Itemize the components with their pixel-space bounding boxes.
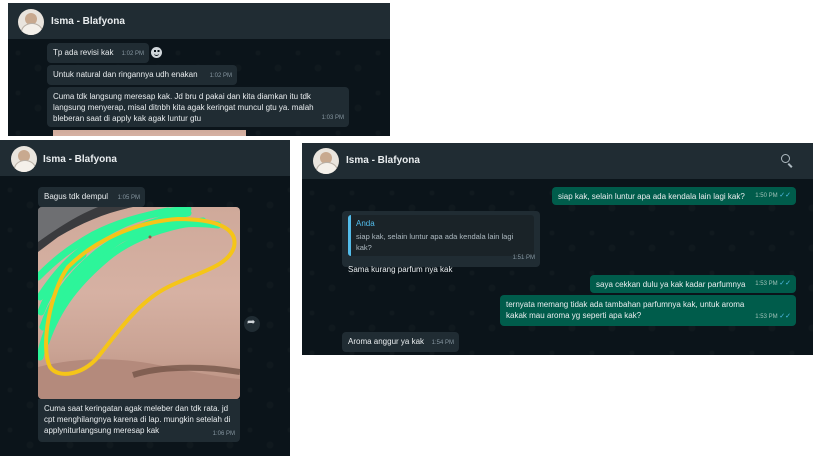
message-bubble-outgoing[interactable]: saya cekkan dulu ya kak kadar parfumnya … <box>590 275 796 293</box>
time-label: 1:53 PM <box>755 281 778 287</box>
contact-avatar[interactable] <box>313 148 339 174</box>
message-time: 1:54 PM <box>431 340 454 346</box>
message-text: Untuk natural dan ringannya udh enakan <box>53 70 198 79</box>
message-text: Aroma anggur ya kak <box>348 337 425 346</box>
message-bubble-reply[interactable]: Anda siap kak, selain luntur apa ada ken… <box>342 211 540 274</box>
chat-header[interactable]: Isma - Blafyona <box>302 143 813 179</box>
message-bubble-outgoing[interactable]: ternyata memang tidak ada tambahan parfu… <box>500 295 796 326</box>
chat-header[interactable]: Isma - Blafyona <box>8 3 390 39</box>
search-icon-lens <box>781 154 790 163</box>
chat-panel-right: Isma - Blafyona siap kak, selain luntur … <box>302 143 813 355</box>
message-caption[interactable]: Cuma saat keringatan agak meleber dan td… <box>38 399 240 442</box>
message-text: Cuma tdk langsung meresap kak. Jd bru d … <box>53 92 314 123</box>
message-time: 1:53 PM ✓✓ <box>755 311 791 323</box>
chat-panel-left: Isma - Blafyona Bagus tdk dempul 1:05 PM <box>0 140 290 456</box>
message-time: 1:03 PM <box>321 115 344 121</box>
message-bubble[interactable]: Untuk natural dan ringannya udh enakan 1… <box>47 65 237 85</box>
message-bubble-outgoing[interactable]: siap kak, selain luntur apa ada kendala … <box>552 187 796 205</box>
message-text: Cuma saat keringatan agak meleber dan td… <box>44 404 231 435</box>
message-time: 1:02 PM <box>209 73 232 79</box>
message-time: 1:50 PM ✓✓ <box>755 190 791 202</box>
message-text: ternyata memang tidak ada tambahan parfu… <box>506 300 745 320</box>
message-text: siap kak, selain luntur apa ada kendala … <box>558 192 745 201</box>
message-time: 1:51 PM <box>512 255 535 261</box>
contact-name[interactable]: Isma - Blafyona <box>43 154 117 165</box>
chat-header[interactable]: Isma - Blafyona <box>0 140 290 176</box>
quote-author: Anda <box>356 219 375 228</box>
emoji-icon[interactable] <box>151 47 162 58</box>
message-time: 1:06 PM <box>212 431 235 437</box>
annotated-forehead-image <box>38 207 240 399</box>
message-text: Tp ada revisi kak <box>53 48 114 57</box>
double-check-icon: ✓✓ <box>779 280 791 287</box>
message-bubble[interactable]: Bagus tdk dempul 1:05 PM <box>38 187 145 207</box>
message-time: 1:02 PM <box>121 51 144 57</box>
chat-panel-top: Isma - Blafyona Tp ada revisi kak 1:02 P… <box>8 3 390 136</box>
search-icon[interactable] <box>781 154 795 168</box>
quoted-message[interactable]: Anda siap kak, selain luntur apa ada ken… <box>348 215 534 256</box>
forward-icon[interactable] <box>244 316 260 332</box>
contact-avatar[interactable] <box>11 146 37 172</box>
double-check-icon: ✓✓ <box>779 313 791 320</box>
time-label: 1:50 PM <box>755 193 778 199</box>
message-time: 1:53 PM ✓✓ <box>755 278 791 290</box>
contact-name[interactable]: Isma - Blafyona <box>51 16 125 27</box>
quote-text: siap kak, selain luntur apa ada kendala … <box>356 232 514 252</box>
message-bubble[interactable]: Tp ada revisi kak 1:02 PM <box>47 43 149 63</box>
face-photo[interactable] <box>38 207 240 399</box>
double-check-icon: ✓✓ <box>779 192 791 199</box>
message-bubble[interactable]: Aroma anggur ya kak 1:54 PM <box>342 332 459 352</box>
message-text: Bagus tdk dempul <box>44 192 109 201</box>
search-icon-handle <box>787 163 793 168</box>
message-text: Sama kurang parfum nya kak <box>348 265 453 274</box>
photo-preview[interactable] <box>53 130 246 136</box>
message-text: saya cekkan dulu ya kak kadar parfumnya <box>596 280 746 289</box>
contact-avatar[interactable] <box>18 9 44 35</box>
contact-name[interactable]: Isma - Blafyona <box>346 155 420 166</box>
message-time: 1:05 PM <box>117 195 140 201</box>
message-bubble[interactable]: Cuma tdk langsung meresap kak. Jd bru d … <box>47 87 349 127</box>
time-label: 1:53 PM <box>755 314 778 320</box>
